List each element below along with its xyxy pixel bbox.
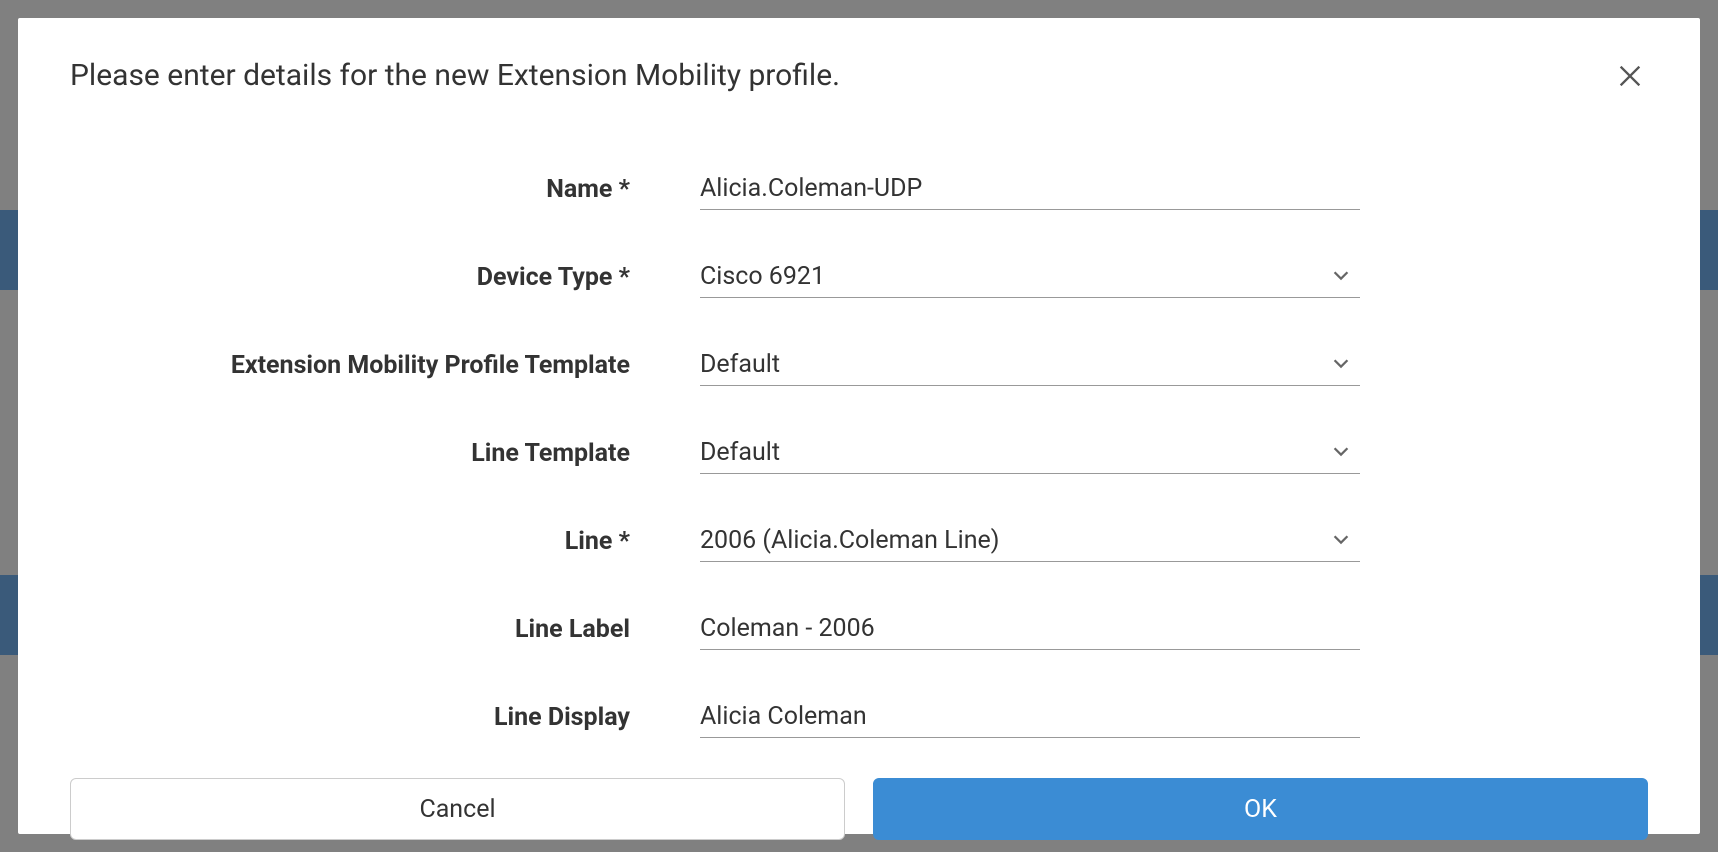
form-row-name: Name * [70,168,1648,210]
line-template-control: Default [700,432,1360,474]
form-body: Name * Device Type * Cisco 6921 Extensio… [70,168,1648,738]
line-display-label: Line Display [70,703,700,732]
form-row-em-profile-template: Extension Mobility Profile Template Defa… [70,344,1648,386]
line-display-control [700,696,1360,738]
close-icon[interactable] [1612,58,1648,98]
form-row-line-template: Line Template Default [70,432,1648,474]
line-template-label: Line Template [70,439,700,468]
form-row-line-label: Line Label [70,608,1648,650]
line-display-input[interactable] [700,696,1360,738]
em-profile-template-label: Extension Mobility Profile Template [70,351,700,380]
name-input[interactable] [700,168,1360,210]
em-profile-template-select[interactable]: Default [700,344,1360,386]
device-type-label: Device Type * [70,263,700,292]
line-label-label: Line Label [70,615,700,644]
form-row-device-type: Device Type * Cisco 6921 [70,256,1648,298]
line-label-input[interactable] [700,608,1360,650]
device-type-control: Cisco 6921 [700,256,1360,298]
line-template-select[interactable]: Default [700,432,1360,474]
form-row-line: Line * 2006 (Alicia.Coleman Line) [70,520,1648,562]
name-label: Name * [70,175,700,204]
modal-dialog: Please enter details for the new Extensi… [18,18,1700,834]
cancel-button[interactable]: Cancel [70,778,845,840]
name-control [700,168,1360,210]
line-select[interactable]: 2006 (Alicia.Coleman Line) [700,520,1360,562]
modal-header: Please enter details for the new Extensi… [70,58,1648,98]
line-label: Line * [70,527,700,556]
ok-button[interactable]: OK [873,778,1648,840]
line-label-control [700,608,1360,650]
modal-title: Please enter details for the new Extensi… [70,58,840,93]
em-profile-template-control: Default [700,344,1360,386]
device-type-select[interactable]: Cisco 6921 [700,256,1360,298]
form-row-line-display: Line Display [70,696,1648,738]
line-control: 2006 (Alicia.Coleman Line) [700,520,1360,562]
modal-footer: Cancel OK [70,778,1648,840]
